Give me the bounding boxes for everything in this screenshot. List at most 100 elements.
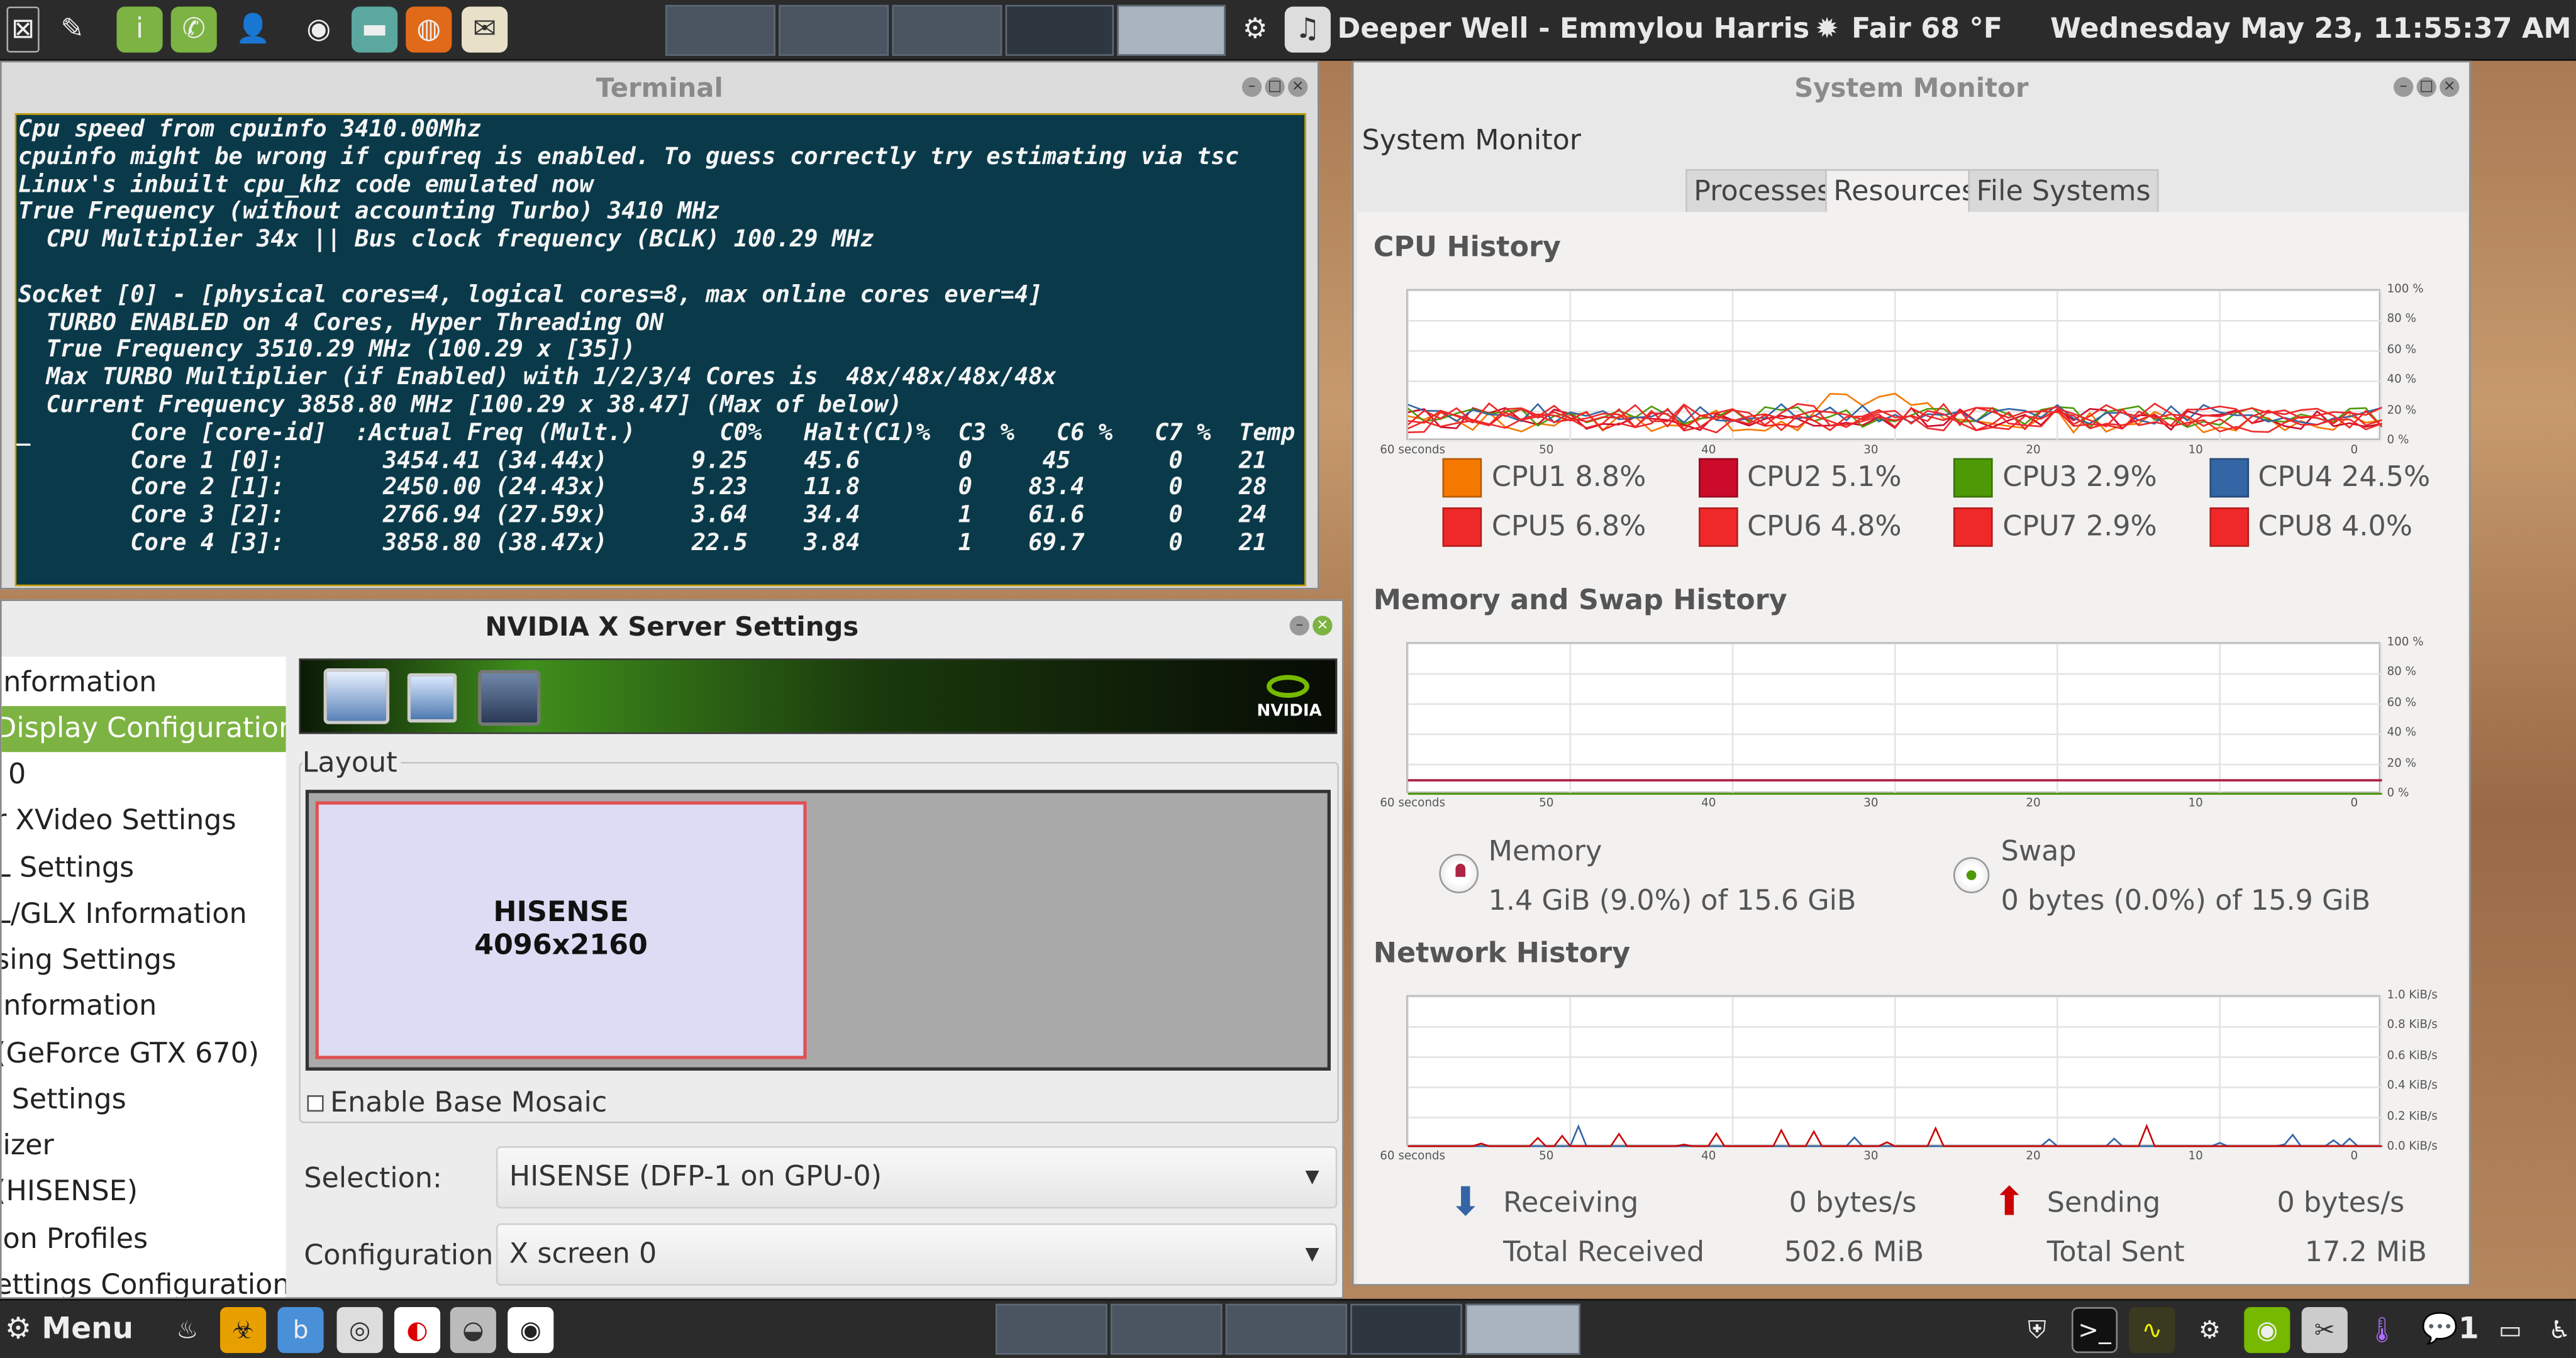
y-tick-label: 0.2 KiB/s [2387,1109,2438,1123]
app-menu-label[interactable]: System Monitor [1362,124,1582,157]
sidebar-item-selected[interactable]: Display Configuration [1,706,286,753]
maximize-icon[interactable]: □ [2416,77,2436,97]
close-icon[interactable]: × [1287,77,1308,97]
menu-button[interactable]: ⚙ Menu [5,1301,133,1358]
cpu-legend-item[interactable]: CPU7 2.9% [1953,507,2157,547]
disc-icon[interactable]: ◉ [296,6,341,52]
cpu-legend-item[interactable]: CPU3 2.9% [1953,458,2157,498]
minimize-icon[interactable]: – [2393,77,2414,97]
sidebar-item[interactable]: 0 [2,752,286,798]
camera-icon[interactable]: ◉ [508,1306,554,1354]
show-desktop-icon[interactable]: ▭ [2487,1307,2533,1353]
swap-fill [1966,870,1977,880]
base-mosaic-checkbox[interactable] [307,1095,324,1112]
x-tick-label: 20 [2026,443,2041,457]
cpu-chip-icon[interactable]: ⚙ [2187,1307,2233,1353]
cpu-color-swatch[interactable] [1697,458,1738,498]
monitor-icon [478,670,541,726]
cpu-color-swatch[interactable] [1697,507,1738,547]
cpu-legend-item[interactable]: CPU5 6.8% [1442,507,1646,547]
cpu-legend-item[interactable]: CPU6 4.8% [1697,507,1902,547]
mail-icon[interactable]: ✉ [462,6,508,53]
sidebar-item[interactable]: lizer [2,1123,286,1169]
sidebar-item[interactable]: ion Profiles [2,1217,286,1262]
nvidia-icon[interactable]: ◉ [2244,1306,2290,1354]
network-history-heading: Network History [1373,937,1631,971]
close-icon[interactable]: × [2440,77,2460,97]
shield-icon[interactable]: ⛨ [2014,1307,2060,1353]
accessibility-icon[interactable]: ♿ [2536,1307,2576,1353]
firefox-icon[interactable]: ◍ [406,6,452,53]
cpu-color-swatch[interactable] [2209,458,2248,498]
bottom-workspace-3[interactable] [1225,1303,1348,1355]
sidebar-item[interactable]: L Settings [2,846,286,892]
chat-icon[interactable]: ✆ [170,6,217,53]
cpu-legend-item[interactable]: CPU4 24.5% [2209,458,2430,498]
sidebar-item[interactable]: L/GLX Information [2,892,286,937]
info-icon[interactable]: i [116,6,163,53]
tab-processes[interactable]: Processes [1685,169,1840,214]
album-art-icon[interactable]: ♫ [1284,6,1331,53]
sidebar-item[interactable]: (HISENSE) [2,1169,286,1215]
sidebar-item[interactable]: Information [2,660,286,706]
cpu-legend-item[interactable]: CPU2 5.1% [1697,458,1902,498]
game-icon[interactable]: ☣ [220,1306,267,1354]
datetime[interactable]: Wednesday May 23, 11:55:37 AM [2050,0,2572,61]
pro-app-icon[interactable]: ◒ [450,1306,496,1354]
user-icon[interactable]: 👤 [230,6,276,52]
folder-icon[interactable]: ▬ [352,6,398,53]
cpu-legend-item[interactable]: CPU1 8.8% [1442,458,1646,498]
total-received-label: Total Received [1503,1236,1705,1269]
workspace-1[interactable] [665,4,775,56]
notifications[interactable]: 💬1 [2421,1301,2479,1358]
close-icon[interactable]: × [1313,616,1333,636]
sidebar-item[interactable]: l Settings [2,1077,286,1123]
tools-icon[interactable]: ✂ [2301,1306,2348,1354]
bottom-workspace-4[interactable] [1350,1303,1462,1355]
workspace-4[interactable] [1005,4,1114,56]
selection-label: Selection: [304,1162,442,1196]
sending-value: 0 bytes/s [2277,1187,2405,1220]
blender-icon[interactable]: b [277,1306,324,1354]
display-hisense[interactable]: HISENSE 4096x2160 [315,801,807,1059]
sidebar-item[interactable]: (GeForce GTX 670) [2,1031,286,1077]
workspace-3[interactable] [892,4,1002,56]
system-monitor-icon[interactable]: ∿ [2129,1306,2175,1354]
sidebar-item[interactable]: sing Settings [2,937,286,983]
workspace-2[interactable] [779,4,889,56]
terminal-line: Socket [0] - [physical cores=4, logical … [18,282,1043,309]
bottom-workspace-2[interactable] [1110,1303,1223,1355]
configuration-dropdown[interactable]: X screen 0 ▼ [496,1223,1338,1286]
sidebar-item[interactable]: Information [2,983,286,1029]
system-menu-icon[interactable]: ⊠ [6,6,40,53]
color-picker-icon[interactable]: ✎ [49,6,95,52]
cpu-color-swatch[interactable] [2209,507,2248,547]
cpu-color-swatch[interactable] [1442,458,1482,498]
sidebar-item[interactable]: ettings Configuration [2,1262,286,1297]
steam-icon[interactable]: ♨ [164,1307,210,1353]
media-icon[interactable]: ◐ [394,1306,441,1354]
x-tick-label: 50 [1539,1149,1554,1163]
bottom-workspace-1[interactable] [995,1303,1108,1355]
terminal-output[interactable]: Cpu speed from cpuinfo 3410.00Mhz cpuinf… [14,113,1306,587]
now-playing[interactable]: Deeper Well - Emmylou Harris [1337,0,1809,61]
bottom-workspace-5-active[interactable] [1465,1303,1580,1355]
tab-file-systems[interactable]: File Systems [1968,169,2159,214]
cpu-legend-item[interactable]: CPU8 4.0% [2209,507,2412,547]
gear-icon[interactable]: ⚙ [1232,6,1278,52]
minimize-icon[interactable]: – [1241,77,1262,97]
sidebar-item[interactable]: r XVideo Settings [2,798,286,844]
minimize-icon[interactable]: – [1289,616,1309,636]
cpu-legend-label: CPU7 2.9% [2002,511,2157,544]
tab-resources[interactable]: Resources [1825,169,1985,214]
cpu-color-swatch[interactable] [1953,458,1993,498]
weather[interactable]: Fair 68 °F [1852,0,2002,61]
thermometer-icon[interactable]: 🌡 [2359,1307,2405,1353]
speaker-icon[interactable]: ◎ [336,1306,383,1354]
selection-dropdown[interactable]: HISENSE (DFP-1 on GPU-0) ▼ [496,1146,1338,1209]
workspace-5-active[interactable] [1117,4,1226,56]
maximize-icon[interactable]: □ [1265,77,1285,97]
cpu-color-swatch[interactable] [1953,507,1993,547]
cpu-color-swatch[interactable] [1442,507,1482,547]
terminal-icon[interactable]: >_ [2071,1306,2118,1354]
